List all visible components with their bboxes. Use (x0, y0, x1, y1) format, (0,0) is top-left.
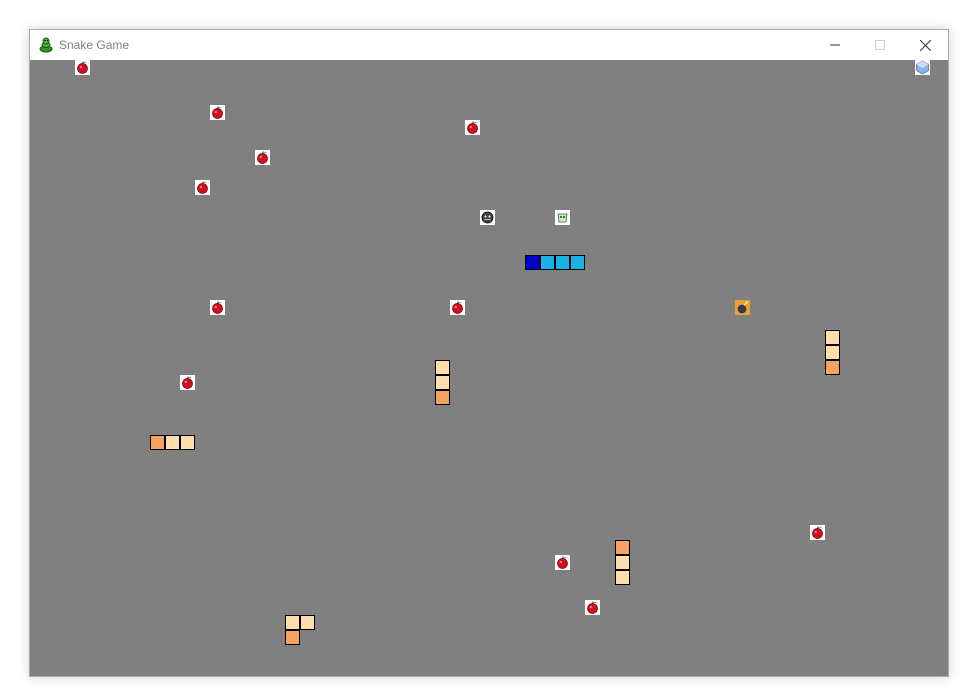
apple-icon (195, 180, 210, 195)
close-button[interactable] (903, 30, 948, 60)
player-snake-head (525, 255, 540, 270)
game-board[interactable] (30, 60, 948, 676)
enemy-snake-segment (615, 555, 630, 570)
apple-icon (465, 120, 480, 135)
enemy-snake-head (285, 630, 300, 645)
minimize-icon (829, 44, 840, 46)
apple-icon (180, 375, 195, 390)
apple-icon (210, 105, 225, 120)
apple-icon (555, 555, 570, 570)
enemy-snake-segment (435, 360, 450, 375)
player-snake-segment (540, 255, 555, 270)
enemy-snake-head (615, 540, 630, 555)
enemy-snake-segment (180, 435, 195, 450)
player-snake-segment (570, 255, 585, 270)
enemy-snake-segment (435, 375, 450, 390)
enemy-snake-segment (285, 615, 300, 630)
enemy-snake-segment (825, 330, 840, 345)
dark-face-icon (480, 210, 495, 225)
apple-icon (585, 600, 600, 615)
apple-icon (450, 300, 465, 315)
title-bar[interactable]: Snake Game (30, 30, 948, 60)
enemy-snake-segment (300, 615, 315, 630)
close-icon (920, 39, 931, 51)
bomb-icon (735, 300, 750, 315)
apple-icon (210, 300, 225, 315)
minimize-button[interactable] (812, 30, 857, 60)
window-title: Snake Game (59, 38, 130, 52)
diamond-gem-icon (915, 60, 930, 75)
enemy-snake-head (825, 360, 840, 375)
apple-icon (255, 150, 270, 165)
snake-icon (39, 37, 53, 53)
enemy-snake-head (150, 435, 165, 450)
player-snake-segment (555, 255, 570, 270)
apple-icon (810, 525, 825, 540)
enemy-snake-head (435, 390, 450, 405)
enemy-snake-segment (615, 570, 630, 585)
enemy-snake-segment (825, 345, 840, 360)
enemy-snake-segment (165, 435, 180, 450)
game-window: Snake Game (29, 29, 949, 677)
maximize-button[interactable] (857, 30, 902, 60)
green-skull-icon (555, 210, 570, 225)
maximize-icon (874, 40, 885, 50)
apple-icon (75, 60, 90, 75)
